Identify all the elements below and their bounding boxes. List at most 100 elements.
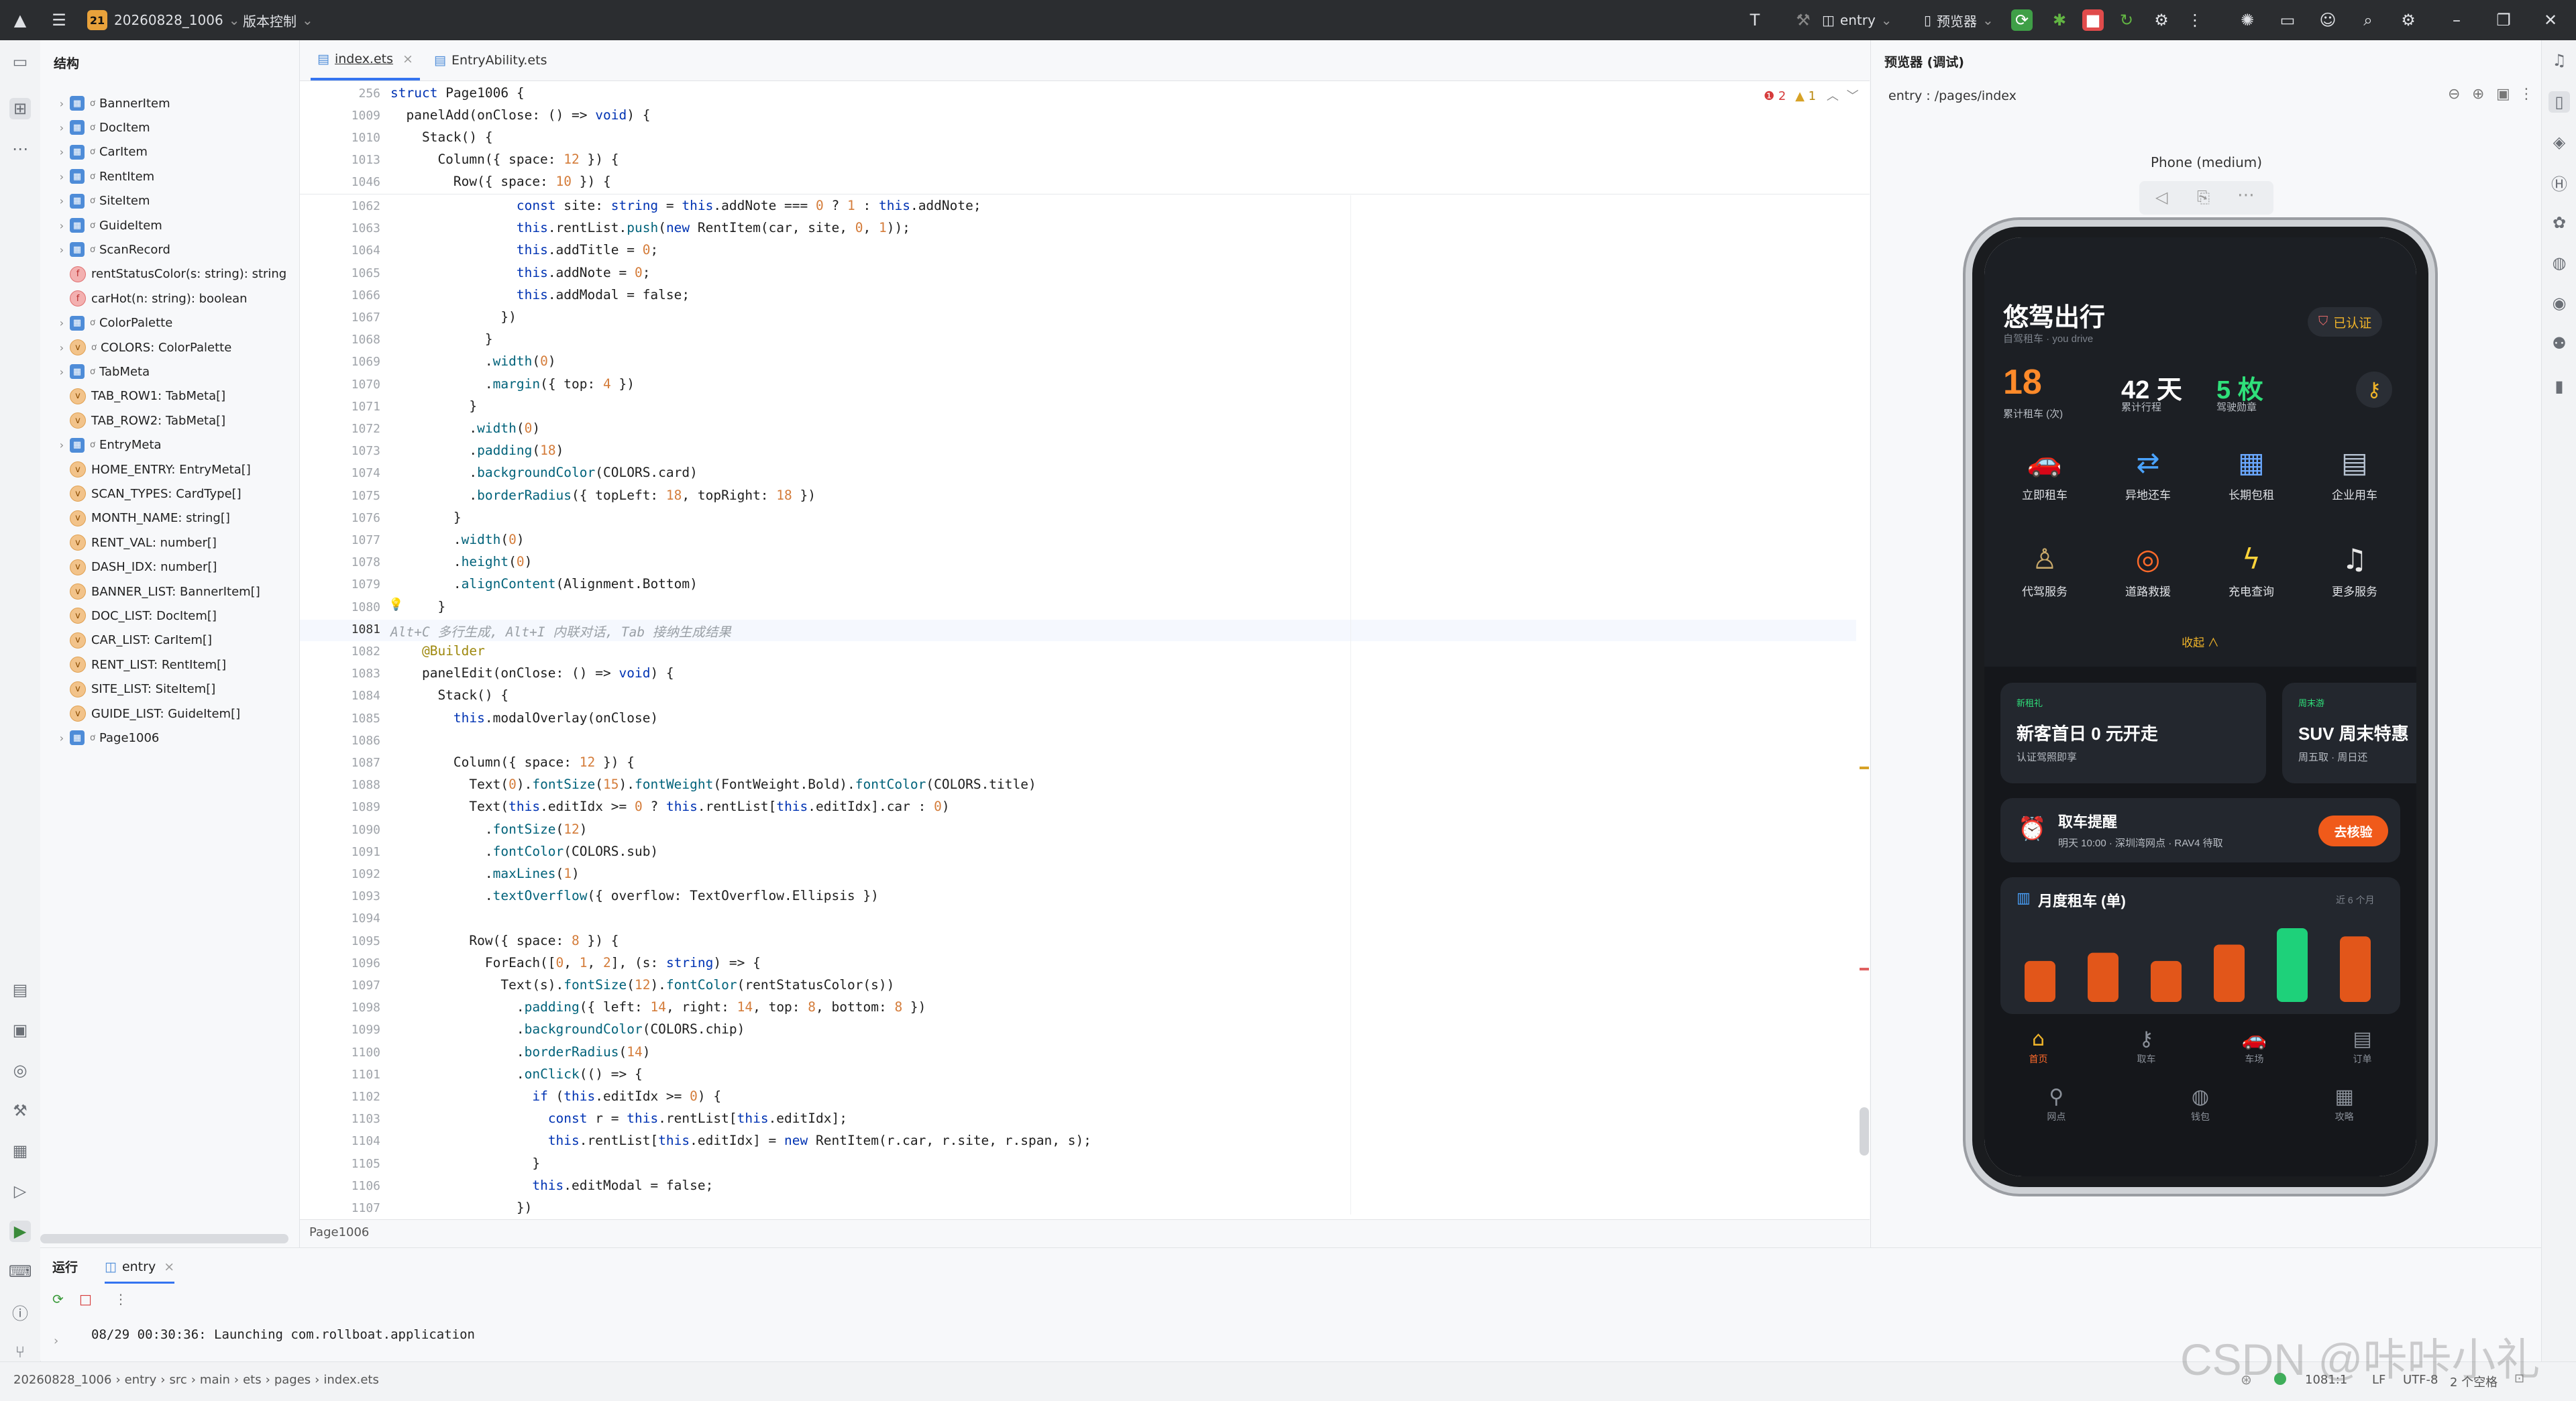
tree-item[interactable]: v GUIDE_LIST: GuideItem[]: [40, 702, 313, 726]
chevron-right-icon[interactable]: ›: [54, 732, 70, 744]
path-segment[interactable]: 20260828_1006: [13, 1373, 111, 1387]
headset-icon[interactable]: ♫: [2334, 539, 2375, 579]
swap-icon[interactable]: ⇄: [2128, 442, 2168, 482]
bottom-tab-0[interactable]: ⚲ 网点: [1984, 1080, 2129, 1137]
folder-icon[interactable]: ▭: [2277, 9, 2298, 31]
log-icon[interactable]: ▣: [9, 1019, 31, 1041]
rotate-icon[interactable]: ⎘: [2197, 188, 2210, 207]
bottom-tab-1[interactable]: ◍ 钱包: [2129, 1080, 2273, 1137]
chevron-down-icon[interactable]: ﹀: [1847, 89, 1859, 103]
chevron-right-icon[interactable]: ›: [54, 170, 70, 183]
more-actions-icon[interactable]: ⋮: [114, 1291, 127, 1307]
calendar-icon[interactable]: ▦: [2231, 442, 2271, 482]
path-segment[interactable]: ets: [243, 1373, 262, 1387]
plugin-icon[interactable]: ✺: [2237, 9, 2258, 31]
tree-item[interactable]: v RENT_LIST: RentItem[]: [40, 653, 313, 677]
tree-item[interactable]: v DASH_IDX: number[]: [40, 555, 313, 579]
intention-bulb-icon[interactable]: 💡: [388, 598, 403, 612]
lightning-icon[interactable]: ϟ: [2231, 539, 2271, 579]
preview-route[interactable]: entry : /pages/index: [1888, 89, 2017, 103]
phone-screen[interactable]: 悠驾出行 自驾租车 · you drive ⛉ 已认证 18 累计租车 (次) …: [1984, 237, 2416, 1176]
services-icon[interactable]: ◎: [9, 1060, 31, 1081]
breadcrumb-item[interactable]: Page1006: [309, 1225, 369, 1239]
verify-button[interactable]: 去核验: [2318, 816, 2388, 846]
bookmarks-icon[interactable]: ▤: [9, 979, 31, 1001]
chevron-right-icon[interactable]: ›: [54, 439, 70, 451]
search-icon[interactable]: ⌕: [2357, 9, 2379, 31]
project-selector[interactable]: 21 20260828_1006 ⌄: [87, 0, 239, 40]
tree-item[interactable]: f carHot(n: string): boolean: [40, 286, 313, 311]
tree-item[interactable]: › v ơ COLORS: ColorPalette: [40, 335, 313, 359]
preview-more-icon[interactable]: ⋮: [2519, 86, 2534, 103]
app-analyzer-icon[interactable]: ◈: [2548, 131, 2570, 153]
back-triangle-icon[interactable]: ◁: [2155, 188, 2167, 207]
rerun-button[interactable]: ⟳: [2011, 9, 2033, 31]
tree-item[interactable]: v RENT_VAL: number[]: [40, 530, 313, 555]
tree-item[interactable]: v BANNER_LIST: BannerItem[]: [40, 579, 313, 604]
path-segment[interactable]: main: [200, 1373, 230, 1387]
rerun-icon[interactable]: ⟳: [52, 1291, 64, 1307]
path-segment[interactable]: entry: [125, 1373, 157, 1387]
account-icon[interactable]: ☺: [2317, 9, 2339, 31]
run-tab-entry[interactable]: ◫ entry ×: [105, 1252, 175, 1284]
zoom-in-icon[interactable]: ⊕: [2472, 86, 2484, 103]
run-config-selector[interactable]: ◫ entry ⌄: [1822, 0, 1892, 40]
chevron-right-icon[interactable]: ›: [54, 146, 70, 158]
tree-item[interactable]: v MONTH_NAME: string[]: [40, 506, 313, 530]
more-tools-icon[interactable]: ⋯: [9, 138, 31, 160]
tree-item[interactable]: › ▦ ơ DocItem: [40, 115, 313, 139]
chevron-right-icon[interactable]: ›: [54, 219, 70, 232]
structure-tool-icon[interactable]: ⊞: [9, 98, 31, 119]
code-linter-icon[interactable]: ▦: [9, 1140, 31, 1162]
more-actions-icon[interactable]: ⋮: [2184, 9, 2206, 31]
tree-item[interactable]: › ▦ ơ GuideItem: [40, 213, 313, 237]
tree-item[interactable]: v CAR_LIST: CarItem[]: [40, 628, 313, 653]
banner-card[interactable]: 周末游 SUV 周末特惠 周五取 · 周日还: [2282, 683, 2416, 783]
settings-gear-icon[interactable]: ⚙: [2398, 9, 2419, 31]
verified-badge[interactable]: ⛉ 已认证: [2308, 307, 2383, 337]
tree-item[interactable]: › ▦ ơ SiteItem: [40, 189, 313, 213]
chevron-right-icon[interactable]: ›: [54, 121, 70, 134]
close-window-icon[interactable]: ✕: [2540, 9, 2561, 31]
device-manager-icon[interactable]: ▮: [2548, 376, 2570, 397]
git-icon[interactable]: ⑂: [9, 1341, 31, 1363]
code-editor[interactable]: 256 struct Page1006 {1009 panelAdd(onClos…: [300, 81, 1870, 1219]
tree-item[interactable]: › ▦ ơ TabMeta: [40, 359, 313, 384]
tree-item[interactable]: › ▦ ơ ColorPalette: [40, 311, 313, 335]
bottom-tab-2[interactable]: 🚗 车场: [2200, 1022, 2308, 1080]
tree-item[interactable]: v TAB_ROW2: TabMeta[]: [40, 408, 313, 433]
bottom-tab-0[interactable]: ⌂ 首页: [1984, 1022, 2092, 1080]
close-tab-icon[interactable]: ×: [402, 52, 413, 66]
path-segment[interactable]: pages: [274, 1373, 311, 1387]
stop-button[interactable]: ■: [2082, 9, 2104, 31]
briefcase-icon[interactable]: ▤: [2334, 442, 2375, 482]
notifications-icon[interactable]: ♫: [2548, 50, 2570, 71]
banner-card[interactable]: 新租礼 新客首日 0 元开走 认证驾照即享: [2000, 683, 2266, 783]
problems-icon[interactable]: ⓘ: [9, 1301, 31, 1323]
minimize-icon[interactable]: –: [2446, 9, 2467, 31]
tree-item[interactable]: › ▦ ơ CarItem: [40, 140, 313, 164]
path-segment[interactable]: src: [169, 1373, 186, 1387]
chevron-up-icon[interactable]: ︿: [1827, 89, 1839, 103]
robot-icon[interactable]: ⚉: [2548, 333, 2570, 354]
run-tool-icon[interactable]: ▷: [9, 1180, 31, 1202]
stop-icon[interactable]: □: [79, 1291, 92, 1307]
text-tool-icon[interactable]: T: [1744, 9, 1766, 31]
tree-item[interactable]: v TAB_ROW1: TabMeta[]: [40, 384, 313, 408]
globe-icon[interactable]: ◍: [2548, 252, 2570, 274]
tree-item[interactable]: v HOME_ENTRY: EntryMeta[]: [40, 457, 313, 482]
maximize-icon[interactable]: ❐: [2493, 9, 2514, 31]
tree-item[interactable]: v DOC_LIST: DocItem[]: [40, 604, 313, 628]
codegenie-icon[interactable]: ✿: [2548, 212, 2570, 233]
project-folder-icon[interactable]: ▭: [9, 51, 31, 72]
chevron-right-icon[interactable]: ›: [54, 97, 70, 110]
bottom-tab-2[interactable]: ▦ 攻略: [2272, 1080, 2416, 1137]
structure-horizontal-scrollbar[interactable]: [40, 1234, 288, 1243]
tree-item[interactable]: f rentStatusColor(s: string): string: [40, 262, 313, 286]
editor-scrollbar-thumb[interactable]: [1860, 1107, 1869, 1156]
eye-icon[interactable]: ◉: [2548, 292, 2570, 314]
chevron-right-icon[interactable]: ›: [54, 194, 70, 207]
apply-changes-icon[interactable]: ↻: [2116, 9, 2137, 31]
debug-icon[interactable]: ✱: [2049, 9, 2070, 31]
tree-item[interactable]: › ▦ ơ BannerItem: [40, 91, 313, 115]
